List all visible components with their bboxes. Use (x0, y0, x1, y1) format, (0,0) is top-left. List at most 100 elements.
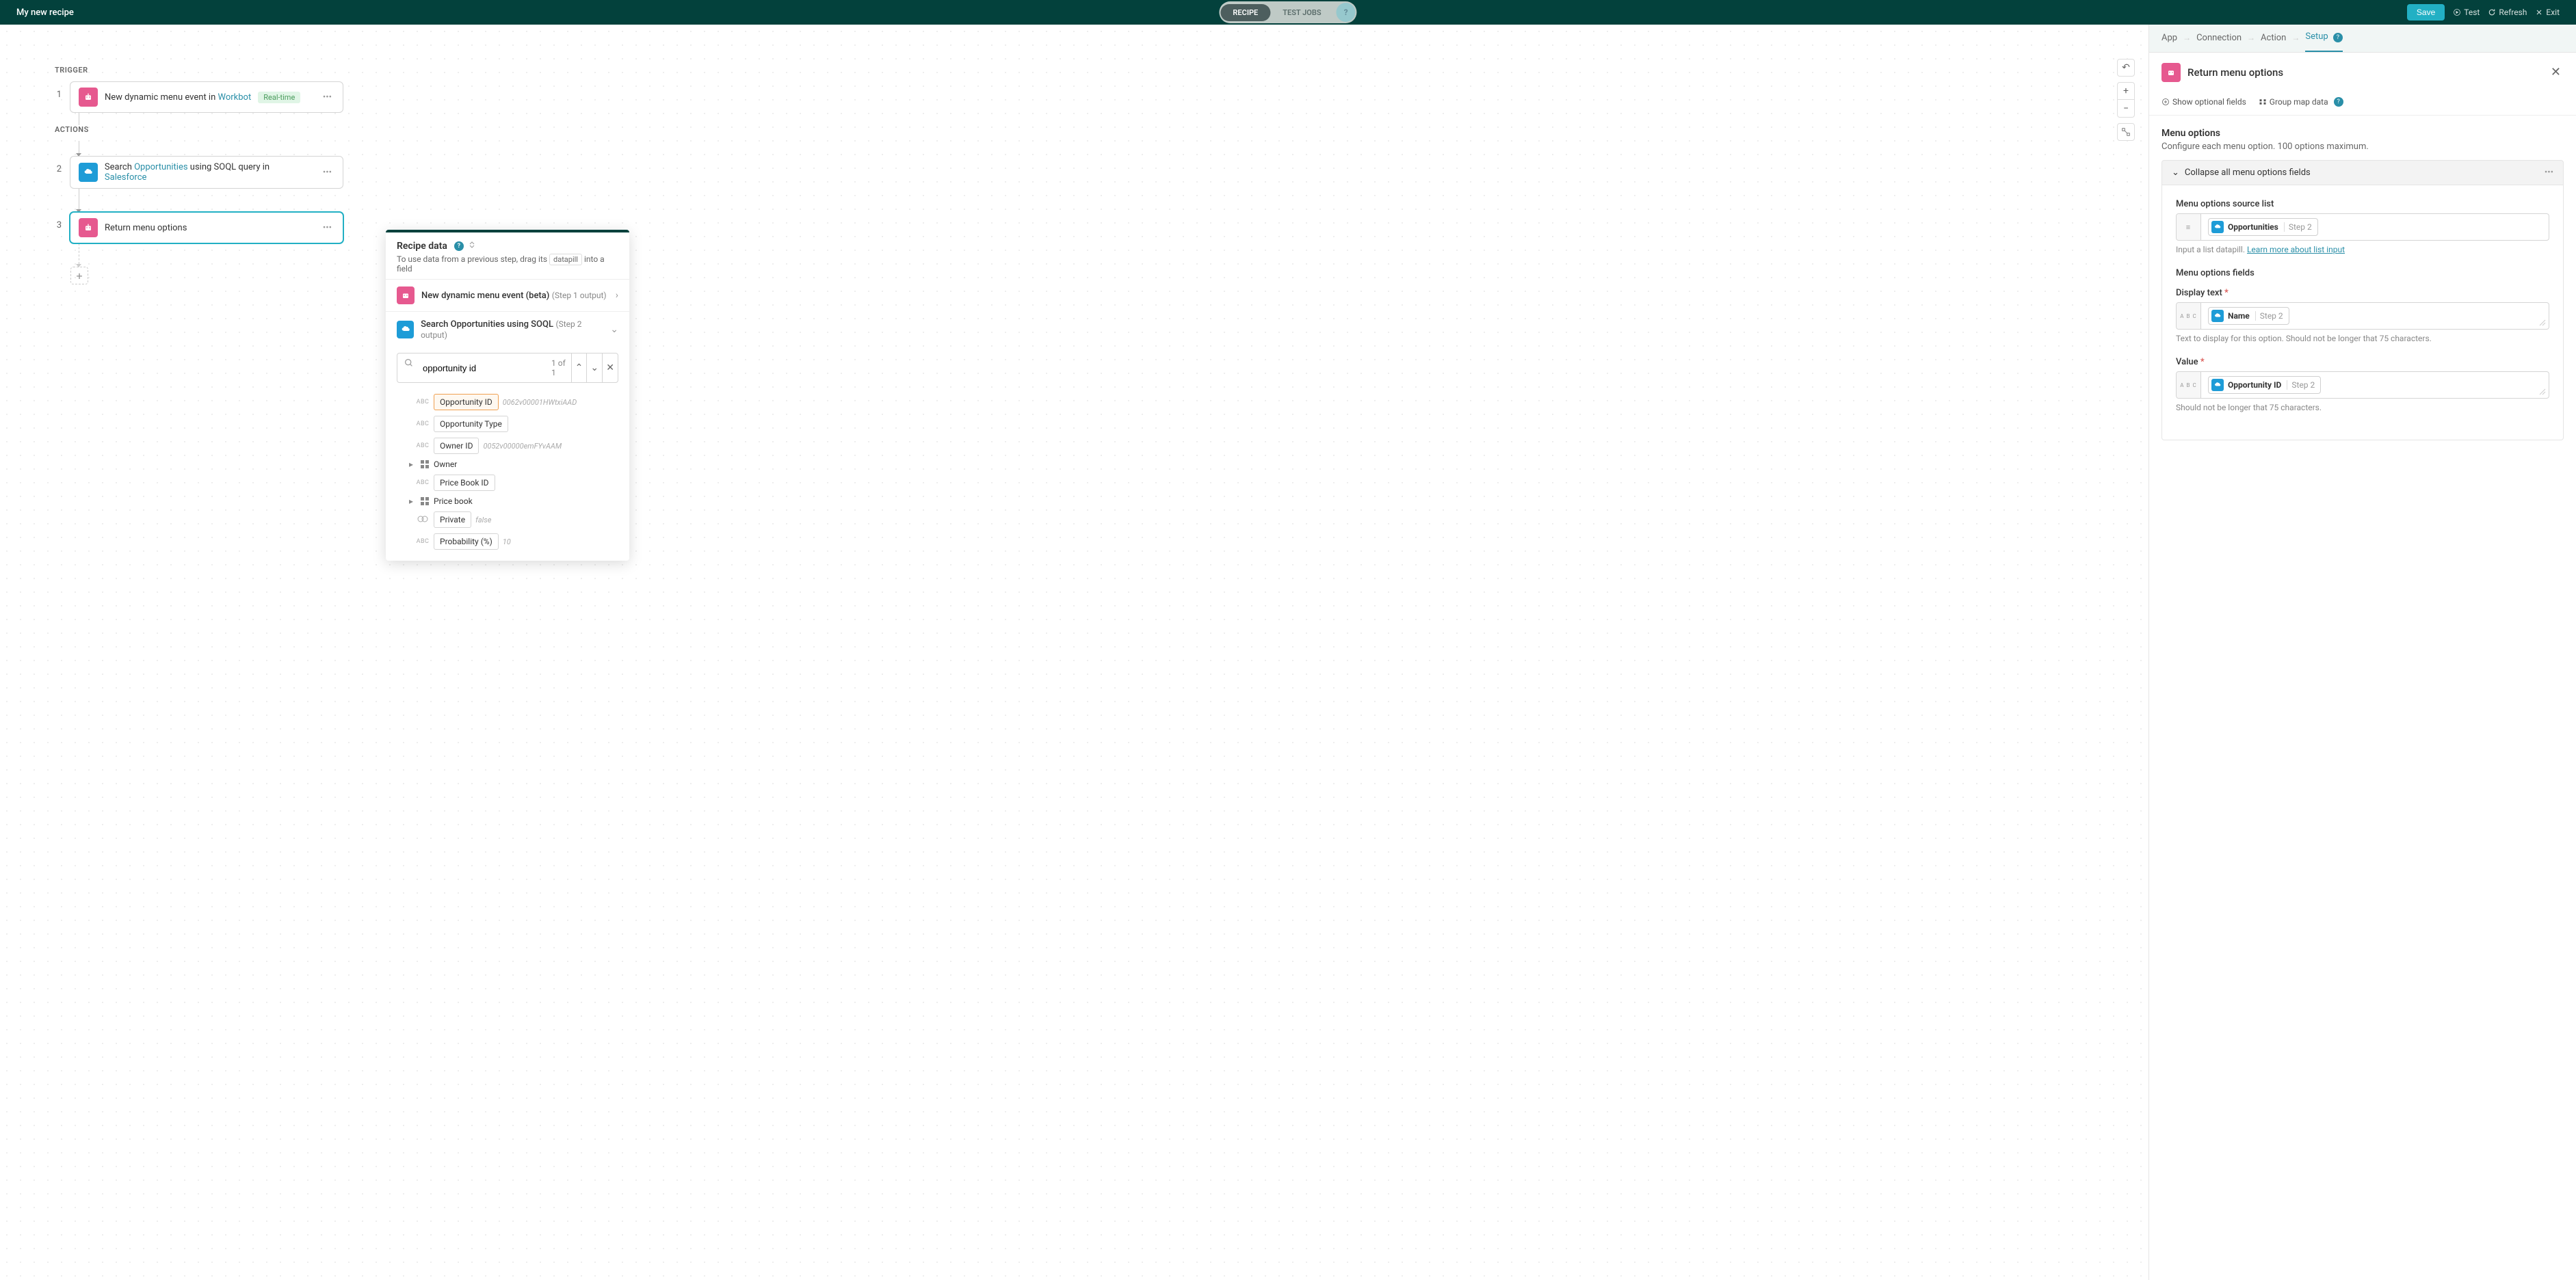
tree-item[interactable]: ABCOpportunity Type (397, 413, 618, 435)
step-number: 1 (55, 81, 62, 100)
display-text-label: Display text * (2176, 288, 2549, 298)
step-menu-icon[interactable]: ••• (320, 165, 334, 181)
tree-item[interactable]: ABCProbability (%)10 (397, 531, 618, 552)
datapill-tree: ABCOpportunity ID0062v00001HWtxiAADABCOp… (386, 388, 629, 561)
data-node-step1[interactable]: New dynamic menu event (beta) (Step 1 ou… (386, 279, 629, 311)
display-text-hint: Text to display for this option. Should … (2176, 334, 2549, 343)
app-header: My new recipe RECIPE TEST JOBS ? Save Te… (0, 0, 2576, 25)
text-type-icon: A B C (2177, 303, 2201, 329)
salesforce-icon (397, 321, 414, 338)
recipe-data-title: Recipe data ? (397, 241, 618, 252)
view-toggle: RECIPE TEST JOBS ? (1219, 1, 1356, 23)
zoom-out-button[interactable]: − (2117, 100, 2135, 118)
search-prev-button[interactable]: ⌃ (571, 354, 587, 382)
setup-panel: App → Connection → Action → Setup ? Retu… (2148, 25, 2576, 1280)
chevron-right-icon: › (616, 290, 618, 301)
undo-button[interactable]: ↶ (2117, 59, 2135, 77)
save-button[interactable]: Save (2407, 4, 2445, 21)
source-list-hint: Input a list datapill. Learn more about … (2176, 245, 2549, 254)
tab-test-jobs[interactable]: TEST JOBS (1270, 4, 1333, 21)
section-menu-icon[interactable]: ••• (2545, 168, 2553, 178)
step-number: 3 (55, 212, 62, 230)
value-hint: Should not be longer that 75 characters. (2176, 403, 2549, 412)
datapill-opportunities[interactable]: Opportunities Step 2 (2208, 218, 2318, 236)
value-input[interactable]: A B C Opportunity ID Step 2 (2176, 371, 2549, 399)
tree-item[interactable]: ▸Owner (397, 457, 618, 472)
step-text: Return menu options (105, 223, 187, 233)
salesforce-icon (2211, 379, 2224, 391)
source-list-input[interactable]: ≡ Opportunities Step 2 (2176, 213, 2549, 241)
datapill-name[interactable]: Name Step 2 (2208, 307, 2289, 325)
search-input[interactable] (417, 354, 549, 382)
chevron-down-icon: ⌄ (610, 324, 618, 335)
workbot-icon (397, 286, 415, 304)
tree-item[interactable]: ▸Price book (397, 494, 618, 509)
show-optional-link[interactable]: Show optional fields (2161, 97, 2246, 107)
data-node-step2[interactable]: Search Opportunities using SOQL (Step 2 … (386, 311, 629, 347)
chevron-down-icon: ⌄ (2172, 168, 2179, 178)
step-return-menu[interactable]: Return menu options ••• (70, 212, 343, 243)
source-list-label: Menu options source list (2176, 199, 2549, 209)
help-icon[interactable]: ? (454, 241, 464, 251)
step-text: Search Opportunities using SOQL query in… (105, 162, 313, 183)
close-icon[interactable]: ✕ (2548, 62, 2564, 82)
crumb-setup[interactable]: Setup ? (2305, 31, 2343, 52)
header-actions: Save Test Refresh Exit (2407, 4, 2560, 21)
tree-item[interactable]: Privatefalse (397, 509, 618, 531)
search-count: 1 of 1 (549, 354, 571, 382)
refresh-label: Refresh (2499, 8, 2527, 17)
group-map-link[interactable]: Group map data (2259, 97, 2328, 107)
recipe-title: My new recipe (16, 8, 74, 18)
refresh-button[interactable]: Refresh (2488, 8, 2527, 17)
tab-recipe[interactable]: RECIPE (1220, 4, 1270, 21)
help-icon[interactable]: ? (1337, 3, 1356, 22)
step-text: New dynamic menu event in Workbot (105, 92, 251, 103)
menu-options-desc: Configure each menu option. 100 options … (2161, 142, 2564, 152)
tree-item[interactable]: ABCOwner ID0052v00000emFYvAAM (397, 435, 618, 457)
step-search[interactable]: Search Opportunities using SOQL query in… (70, 156, 343, 189)
datapill-opportunity-id[interactable]: Opportunity ID Step 2 (2208, 376, 2321, 394)
crumb-connection[interactable]: Connection (2196, 33, 2242, 51)
help-icon[interactable]: ? (2333, 33, 2343, 42)
salesforce-icon (2211, 310, 2224, 322)
learn-more-link[interactable]: Learn more about list input (2247, 245, 2345, 254)
step-menu-icon[interactable]: ••• (320, 220, 334, 236)
tree-item[interactable]: ABCOpportunity ID0062v00001HWtxiAAD (397, 391, 618, 413)
trigger-label: TRIGGER (55, 66, 2094, 75)
test-label: Test (2464, 8, 2480, 17)
salesforce-icon (79, 163, 98, 182)
step-trigger[interactable]: New dynamic menu event in Workbot Real-t… (70, 81, 343, 113)
help-icon[interactable]: ? (2334, 97, 2343, 107)
search-clear-button[interactable]: ✕ (602, 354, 618, 382)
expand-icon[interactable] (468, 241, 476, 252)
menu-options-title: Menu options (2161, 128, 2564, 139)
test-button[interactable]: Test (2453, 8, 2480, 17)
datapill-search: 1 of 1 ⌃ ⌄ ✕ (397, 353, 618, 383)
workbot-icon (79, 88, 98, 107)
recipe-data-panel: Recipe data ? To use data from a previou… (386, 230, 629, 561)
zoom-controls: ↶ + − (2117, 59, 2135, 141)
add-step-button[interactable]: + (70, 267, 88, 284)
search-next-button[interactable]: ⌄ (586, 354, 602, 382)
exit-label: Exit (2546, 8, 2560, 17)
crumb-action[interactable]: Action (2261, 33, 2286, 51)
recipe-data-subtitle: To use data from a previous step, drag i… (397, 254, 618, 274)
panel-title: Return menu options (2187, 66, 2541, 79)
display-text-input[interactable]: A B C Name Step 2 (2176, 302, 2549, 330)
crumb-app[interactable]: App (2161, 33, 2177, 51)
recipe-canvas[interactable]: TRIGGER 1 New dynamic menu event in Work… (0, 25, 2148, 1280)
resize-handle-icon[interactable] (2538, 318, 2546, 326)
zoom-in-button[interactable]: + (2117, 82, 2135, 100)
collapse-toggle[interactable]: ⌄ Collapse all menu options fields ••• (2161, 160, 2564, 185)
step-menu-icon[interactable]: ••• (320, 90, 334, 105)
list-type-icon: ≡ (2177, 214, 2201, 240)
workbot-icon (2161, 63, 2181, 82)
tree-item[interactable]: ABCPrice Book ID (397, 472, 618, 494)
resize-handle-icon[interactable] (2538, 387, 2546, 395)
fit-button[interactable] (2117, 123, 2135, 141)
actions-label: ACTIONS (55, 125, 2094, 134)
breadcrumb: App → Connection → Action → Setup ? (2149, 25, 2576, 53)
salesforce-icon (2211, 221, 2224, 233)
text-type-icon: A B C (2177, 372, 2201, 398)
exit-button[interactable]: Exit (2535, 8, 2560, 17)
